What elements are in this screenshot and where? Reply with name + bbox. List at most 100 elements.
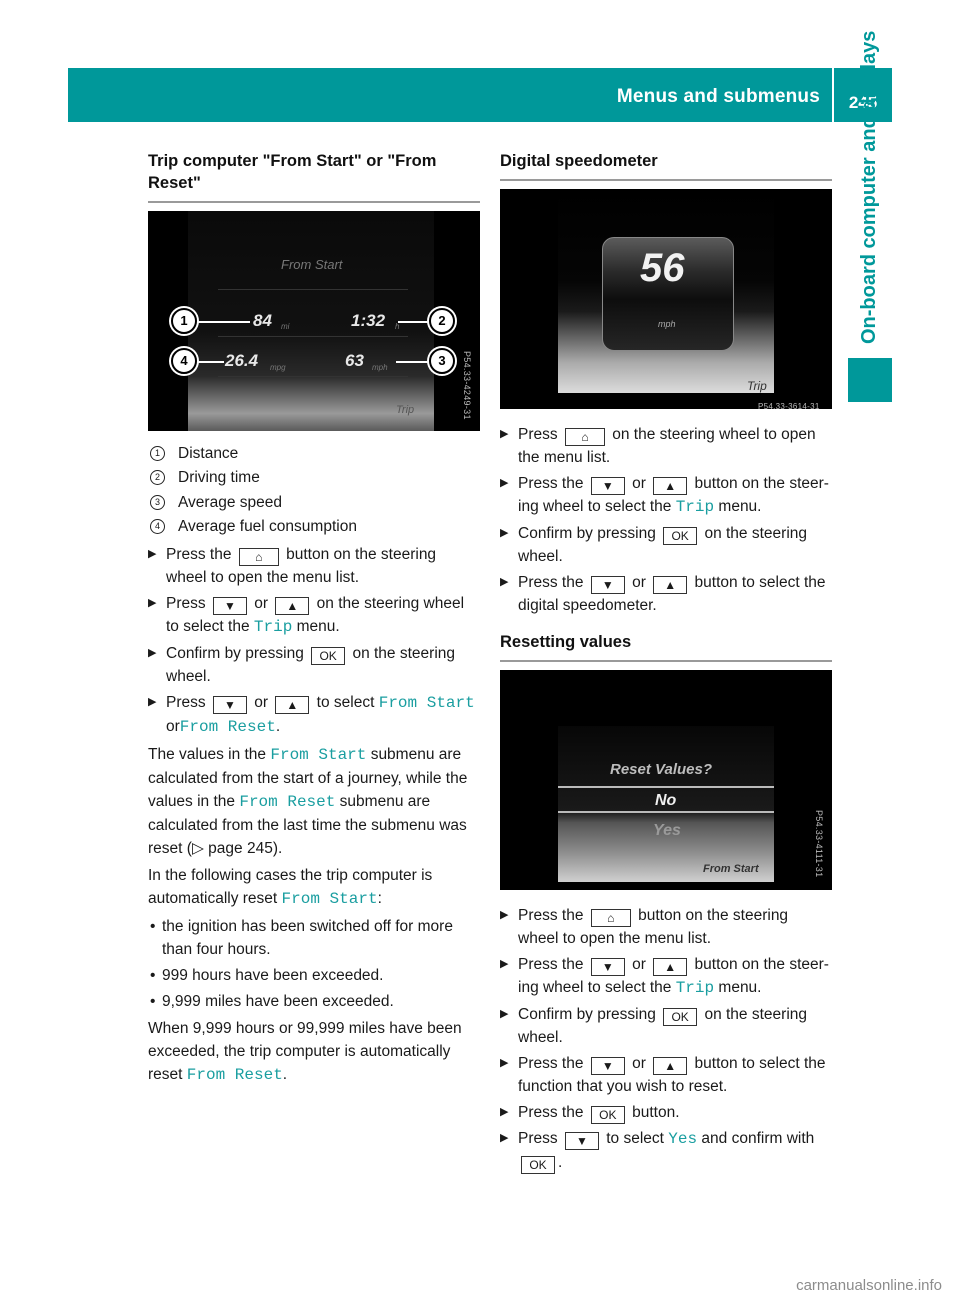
reset-conditions-list: • the ignition has been switched off for … — [148, 915, 480, 1013]
chapter-tab-marker — [848, 358, 892, 402]
arrow-up-icon: ▲ — [653, 477, 688, 495]
time-value: 1:32 — [351, 311, 386, 330]
ok-key-icon: OK — [590, 1106, 625, 1124]
speed-value: 63 — [345, 351, 364, 370]
step: ▶ Press the ▼ or ▲ button on the steer-i… — [500, 472, 832, 519]
step: ▶ Press ▼ or ▲ on the steering wheel to … — [148, 592, 480, 639]
menu-name-from-reset: From Reset — [239, 793, 336, 811]
menu-name-from-reset: From Reset — [186, 1066, 283, 1084]
page-ref-arrow-icon: ▷ — [191, 840, 204, 857]
paragraph-submenu-explanation: The values in the From Start submenu are… — [148, 743, 480, 860]
legend-label: Average speed — [178, 493, 282, 511]
para-text: : — [377, 890, 382, 907]
step-text: Press the — [518, 956, 584, 973]
step: ▶ Press the ▼ or ▲ button to select the … — [500, 1052, 832, 1098]
step: ▶ Press ▼ or ▲ to select From Start orFr… — [148, 691, 480, 739]
section-title: Menus and submenus — [616, 86, 820, 107]
step-text: to select — [316, 694, 375, 711]
step-text: or — [632, 956, 646, 973]
para-text: The values in the — [148, 746, 267, 763]
step-text: to select — [606, 1130, 664, 1147]
ok-key-icon: OK — [521, 1156, 555, 1174]
speed-unit: mph — [372, 363, 388, 372]
arrow-up-icon: ▲ — [653, 1057, 688, 1075]
step-text: Press — [166, 694, 206, 711]
heading-rule — [500, 660, 832, 662]
callout-2: 2 — [429, 308, 455, 334]
step-text: and confirm with — [701, 1130, 815, 1147]
legend-label: Distance — [178, 444, 239, 462]
page-reference-link[interactable]: page 245 — [208, 840, 273, 857]
arrow-down-icon: ▼ — [590, 958, 625, 976]
step-arrow-icon: ▶ — [148, 548, 157, 560]
arrow-up-icon: ▲ — [275, 696, 310, 714]
step-arrow-icon: ▶ — [148, 696, 157, 708]
step-text: or — [632, 574, 646, 591]
step: ▶ Press the ⌂ button on the steering whe… — [500, 904, 832, 950]
step-text: menu. — [718, 498, 762, 515]
list-item: • the ignition has been switched off for … — [148, 915, 480, 961]
arrow-up-icon: ▲ — [275, 597, 310, 615]
menu-name-from-start: From Start — [281, 890, 378, 908]
figure-code: P54.33-3614-31 — [758, 402, 820, 409]
step-text: Confirm by pressing — [518, 525, 656, 542]
left-column: Trip computer "From Start" or "From Rese… — [148, 150, 480, 1091]
step-text: . — [275, 718, 281, 735]
step-arrow-icon: ▶ — [500, 527, 509, 539]
menu-name-from-reset: From Reset — [179, 718, 276, 736]
step-arrow-icon: ▶ — [500, 1106, 509, 1118]
legend-item: 1 Distance — [148, 441, 480, 466]
callout-1: 1 — [171, 308, 197, 334]
paragraph-from-reset: When 9,999 hours or 99,999 miles have be… — [148, 1017, 480, 1087]
step-text: Press — [518, 1130, 558, 1147]
callout-line — [398, 321, 432, 323]
list-item: • 999 hours have been exceeded. — [148, 964, 480, 987]
screen-divider — [218, 336, 408, 337]
step-arrow-icon: ▶ — [500, 909, 509, 921]
list-item-text: 999 hours have been exceeded. — [162, 967, 384, 984]
step-text: Press the — [518, 907, 584, 924]
step-text: or — [254, 595, 269, 612]
menu-name-trip: Trip — [253, 618, 293, 636]
arrow-down-icon: ▼ — [212, 696, 247, 714]
callout-4: 4 — [171, 348, 197, 374]
bullet-icon: • — [150, 967, 156, 984]
reset-steps: ▶ Press the ⌂ button on the steering whe… — [500, 904, 832, 1174]
screen-footer-label: From Start — [703, 863, 759, 875]
screen-footer-label: Trip — [396, 404, 415, 416]
arrow-down-icon: ▼ — [590, 1057, 625, 1075]
step: ▶ Press the ▼ or ▲ button to select the … — [500, 571, 832, 617]
para-text: ). — [272, 840, 283, 857]
menu-name-from-start: From Start — [270, 746, 367, 764]
menu-option-yes: Yes — [668, 1130, 698, 1148]
fuel-value: 26.4 — [225, 351, 259, 370]
step-text: Press the — [166, 546, 232, 563]
step-arrow-icon: ▶ — [500, 428, 509, 440]
step-text: or — [632, 1055, 646, 1072]
arrow-down-icon: ▼ — [590, 576, 625, 594]
reset-prompt: Reset Values? — [610, 761, 712, 778]
header-bar: Menus and submenus 245 — [68, 68, 892, 122]
step: ▶ Confirm by pressing OK on the steering… — [500, 1003, 832, 1049]
step-text: Press the — [518, 574, 584, 591]
arrow-down-icon: ▼ — [564, 1132, 599, 1150]
legend-label: Driving time — [178, 469, 260, 487]
step: ▶ Press the OK button. — [500, 1101, 832, 1124]
menu-name-trip: Trip — [675, 498, 715, 516]
step-text: Press — [166, 595, 206, 612]
time-unit: h — [395, 322, 400, 331]
number-4-icon: 4 — [150, 519, 165, 535]
arrow-down-icon: ▼ — [590, 477, 625, 495]
speed-readout: 56 — [640, 246, 685, 290]
home-icon: ⌂ — [564, 428, 605, 446]
step-arrow-icon: ▶ — [500, 1132, 509, 1144]
distance-unit: mi — [281, 322, 290, 331]
step-text: . — [558, 1154, 563, 1171]
step-text: menu. — [718, 979, 762, 996]
heading-rule — [500, 179, 832, 181]
step-arrow-icon: ▶ — [500, 576, 509, 588]
menu-name-from-start: From Start — [378, 694, 475, 712]
ok-key-icon: OK — [311, 647, 346, 665]
screen-divider — [218, 289, 408, 290]
right-column: Digital speedometer 56 mph Trip P54.33-3… — [500, 150, 832, 1177]
